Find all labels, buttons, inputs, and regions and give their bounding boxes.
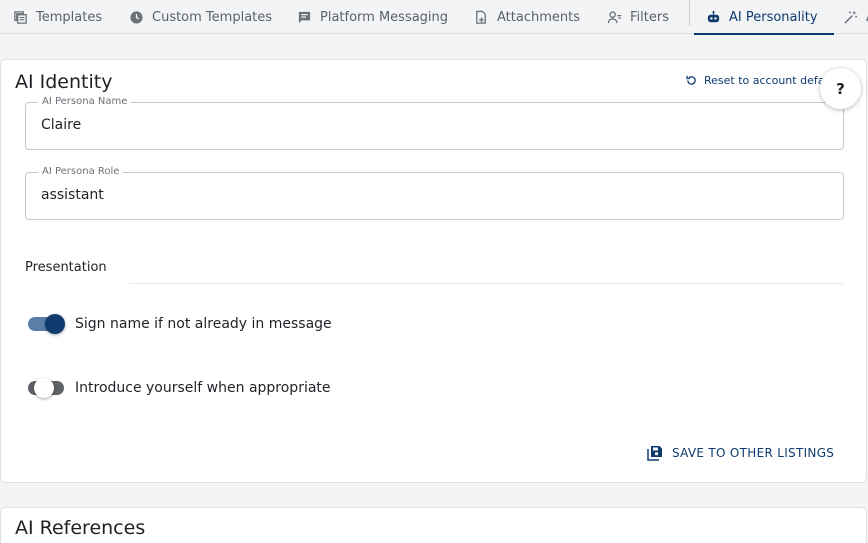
- robot-icon: [707, 10, 720, 22]
- toggle-thumb: [45, 314, 65, 334]
- sign-name-toggle[interactable]: [27, 313, 65, 335]
- ai-references-card: AI References: [0, 507, 867, 543]
- save-copy-icon: [647, 446, 662, 461]
- tab-label: Custom Templates: [152, 9, 273, 25]
- message-icon: [298, 11, 311, 23]
- save-to-other-listings-button[interactable]: SAVE TO OTHER LISTINGS: [647, 445, 834, 461]
- persona-name-input[interactable]: [41, 117, 821, 133]
- tab-attachments[interactable]: Attachments: [474, 0, 580, 34]
- tab-platform-messaging[interactable]: Platform Messaging: [297, 0, 448, 34]
- introduce-yourself-toggle-row[interactable]: Introduce yourself when appropriate: [27, 377, 331, 399]
- template-icon: [14, 10, 27, 24]
- save-label: SAVE TO OTHER LISTINGS: [672, 446, 835, 460]
- persona-role-field: AI Persona Role: [25, 166, 844, 220]
- filter-icon: [607, 10, 622, 23]
- tab-templates[interactable]: Templates: [13, 0, 102, 34]
- persona-role-input[interactable]: [41, 187, 821, 203]
- presentation-heading: Presentation: [25, 260, 107, 275]
- toggle-thumb: [34, 378, 54, 398]
- reset-label: Reset to account defa: [704, 74, 825, 87]
- help-button[interactable]: ?: [820, 68, 861, 109]
- tab-label: AI Personality: [729, 9, 818, 25]
- card-title: AI References: [15, 517, 146, 539]
- persona-name-field: AI Persona Name: [25, 96, 844, 150]
- introduce-yourself-toggle[interactable]: [27, 377, 65, 399]
- tab-filters[interactable]: Filters: [607, 0, 669, 34]
- tab-label: Templates: [36, 9, 103, 25]
- tab-label: Platform Messaging: [320, 9, 449, 25]
- tab-overflow[interactable]: A: [843, 0, 868, 34]
- card-title: AI Identity: [15, 71, 113, 93]
- toggle-label: Introduce yourself when appropriate: [75, 380, 331, 396]
- tab-label: Attachments: [497, 9, 580, 25]
- tab-ai-personality[interactable]: AI Personality: [694, 0, 833, 35]
- tab-bar: Templates Custom Templates Platform Mess…: [0, 0, 868, 35]
- reset-icon: [686, 75, 696, 85]
- persona-name-label: AI Persona Name: [38, 96, 132, 108]
- tab-custom-templates[interactable]: Custom Templates: [129, 0, 272, 34]
- reset-to-account-defaults-button[interactable]: Reset to account defa: [685, 74, 825, 87]
- sign-name-toggle-row[interactable]: Sign name if not already in message: [27, 313, 332, 335]
- toggle-label: Sign name if not already in message: [75, 316, 332, 332]
- persona-role-label: AI Persona Role: [38, 166, 124, 178]
- magic-wand-icon: [844, 10, 858, 24]
- divider: [129, 283, 844, 284]
- tab-divider: [689, 0, 690, 26]
- attachment-icon: [476, 10, 486, 24]
- custom-template-icon: [130, 10, 143, 24]
- tab-label: Filters: [630, 9, 669, 25]
- ai-identity-card: AI Identity Reset to account defa ? AI P…: [0, 59, 867, 483]
